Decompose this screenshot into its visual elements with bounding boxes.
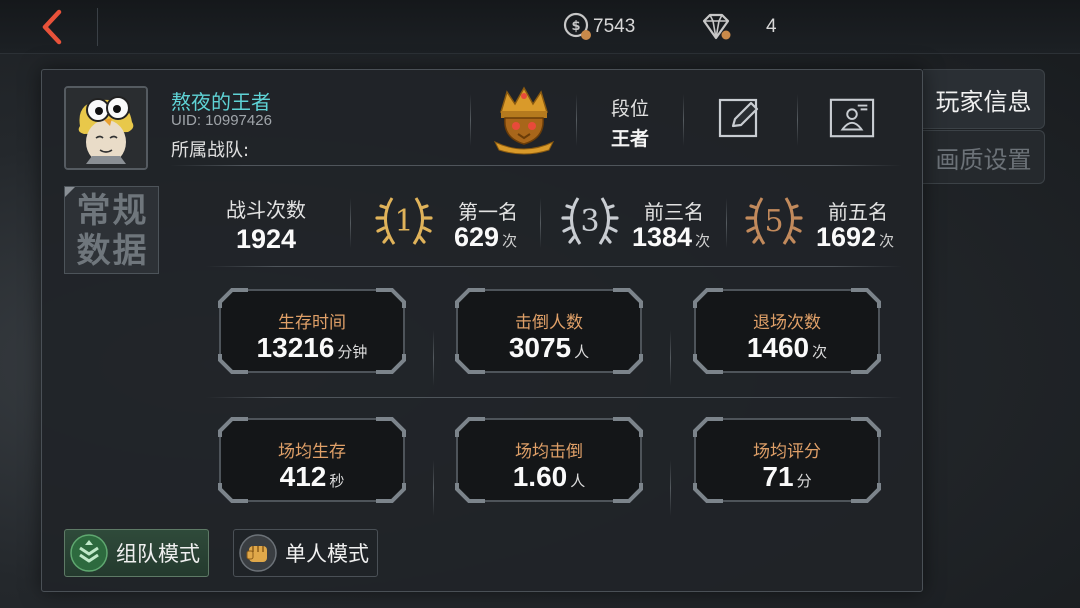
team-mode-label: 组队模式	[116, 542, 200, 566]
placement-label: 前五名	[828, 200, 888, 224]
id-card-icon	[829, 98, 875, 138]
stat-value: 1460 次	[746, 332, 828, 363]
summary-divider	[540, 198, 541, 248]
section-divider	[170, 165, 902, 166]
tab-graphics-settings[interactable]: 画质设置	[923, 130, 1045, 184]
stat-value: 13216 分钟	[256, 332, 368, 363]
stat-value: 412 秒	[279, 461, 345, 492]
gem-value: 4	[766, 16, 777, 37]
topbar-divider	[97, 8, 98, 46]
stat-value: 3075 人	[508, 332, 590, 363]
wreath-silver-icon: 3	[561, 197, 619, 245]
stat-card: 生存时间 13216 分钟	[218, 288, 406, 374]
rank-value: 王者	[610, 128, 649, 150]
coin-icon: $	[563, 12, 591, 40]
wreath-bronze-icon: 5	[745, 197, 803, 245]
placement-value: 629 次	[454, 222, 518, 252]
placement-value: 1692 次	[816, 222, 895, 252]
placement-label: 第一名	[458, 200, 518, 224]
avatar[interactable]	[64, 86, 148, 170]
stat-label: 生存时间	[278, 313, 346, 333]
battles-label: 战斗次数	[226, 198, 306, 222]
stat-label: 场均生存	[278, 442, 346, 462]
stat-value: 71 分	[762, 461, 812, 492]
header-divider	[470, 94, 471, 146]
fist-icon	[239, 534, 277, 572]
solo-mode-label: 单人模式	[285, 542, 369, 566]
coin-balance: $ 7543	[563, 8, 635, 46]
gem-balance: 4	[700, 8, 777, 46]
gem-icon	[702, 13, 731, 40]
chevron-left-icon	[42, 9, 62, 45]
team-mode-button[interactable]: 组队模式	[64, 529, 209, 577]
player-team: 所属战队:	[171, 140, 250, 161]
stat-divider	[670, 330, 671, 386]
rank-label: 段位	[610, 98, 649, 120]
section-divider	[206, 266, 902, 267]
header-divider	[576, 94, 577, 146]
svg-text:3: 3	[580, 204, 599, 239]
stat-label: 场均评分	[753, 442, 821, 462]
summary-divider	[726, 198, 727, 248]
placement-top5: 5 前五名 1692 次	[744, 190, 914, 254]
coin-value: 7543	[593, 16, 636, 37]
svg-text:$: $	[571, 19, 580, 34]
summary-divider	[350, 198, 351, 248]
stat-value: 1.60 人	[512, 461, 586, 492]
top-bar: $ 7543 4	[0, 0, 1080, 54]
player-uid: UID: 10997426	[171, 112, 272, 129]
rank-emblem[interactable]	[489, 86, 559, 156]
section-divider	[206, 397, 902, 398]
placement-value: 1384 次	[632, 222, 711, 252]
edit-icon	[718, 98, 759, 138]
stat-divider	[433, 460, 434, 516]
stat-card: 场均击倒 1.60 人	[455, 417, 643, 503]
stat-label: 退场次数	[753, 313, 821, 333]
stat-divider	[433, 330, 434, 386]
header-divider	[797, 94, 798, 146]
header-divider	[683, 94, 684, 146]
wreath-gold-icon: 1	[375, 197, 433, 245]
edit-button[interactable]	[717, 96, 763, 140]
tab-general-stats-label: 常规 数据	[76, 191, 149, 271]
placement-label: 前三名	[644, 200, 704, 224]
avatar-cartoon-icon	[66, 88, 146, 168]
player-card-button[interactable]	[829, 96, 875, 140]
king-crown-emblem-icon	[493, 86, 555, 155]
tab-general-stats[interactable]: 常规 数据	[64, 186, 159, 274]
stat-label: 场均击倒	[515, 442, 583, 462]
back-button[interactable]	[24, 6, 80, 48]
stat-divider	[670, 460, 671, 516]
player-name: 熬夜的王者	[171, 90, 271, 114]
solo-mode-button[interactable]: 单人模式	[233, 529, 378, 577]
stat-card: 退场次数 1460 次	[693, 288, 881, 374]
tab-player-info[interactable]: 玩家信息	[923, 69, 1045, 129]
team-chevron-icon	[70, 534, 108, 572]
battles-value: 1924	[235, 224, 297, 254]
svg-text:5: 5	[764, 204, 783, 239]
stat-card: 场均生存 412 秒	[218, 417, 406, 503]
placement-top3: 3 前三名 1384 次	[560, 190, 730, 254]
stat-label: 击倒人数	[515, 313, 583, 333]
stat-card: 击倒人数 3075 人	[455, 288, 643, 374]
svg-text:1: 1	[394, 204, 413, 239]
placement-first: 1 第一名 629 次	[374, 190, 534, 254]
stat-card: 场均评分 71 分	[693, 417, 881, 503]
